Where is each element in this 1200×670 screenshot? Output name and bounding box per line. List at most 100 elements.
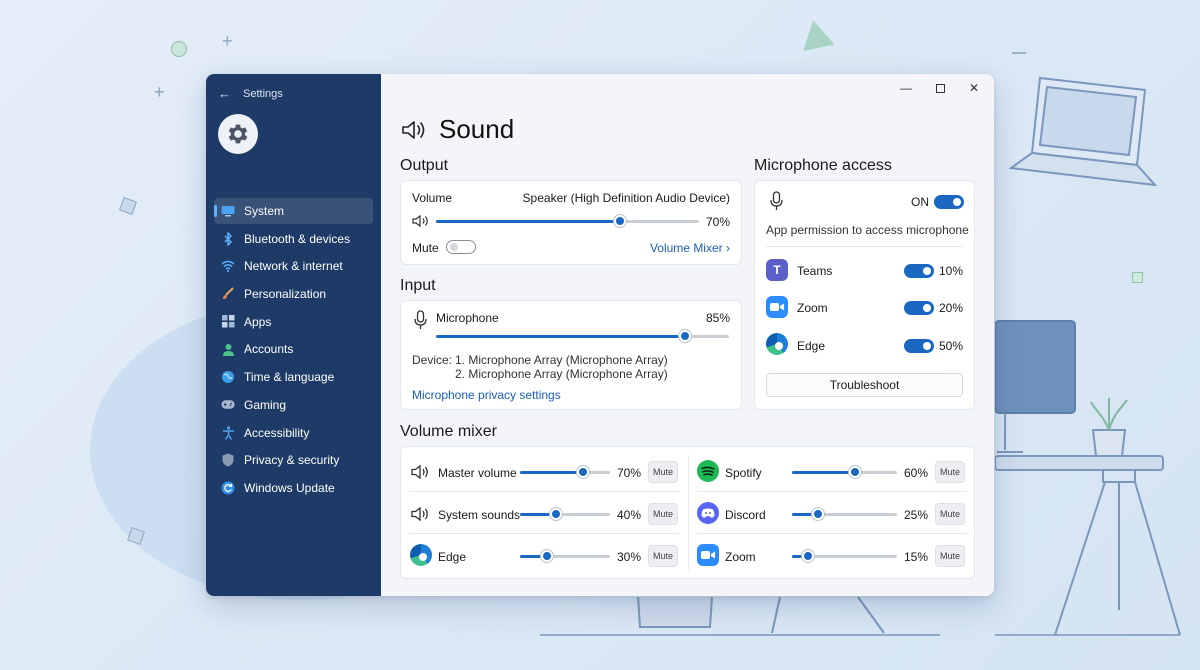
decor-square	[1132, 272, 1143, 283]
slider-thumb[interactable]	[577, 466, 589, 478]
gamepad-icon	[221, 398, 235, 412]
speaker-icon	[411, 506, 431, 522]
gear-icon	[225, 121, 251, 147]
maximize-icon[interactable]	[930, 80, 950, 96]
sidebar-item-label: Time & language	[244, 370, 334, 384]
sidebar-item-apps[interactable]: Apps	[214, 309, 373, 335]
sidebar-item-label: Gaming	[244, 398, 286, 412]
sidebar-item-accessibility[interactable]: Accessibility	[214, 420, 373, 446]
troubleshoot-button[interactable]: Troubleshoot	[766, 373, 963, 397]
mixer-slider[interactable]	[520, 507, 610, 521]
mixer-slider[interactable]	[792, 465, 897, 479]
microphone-level-value: 85%	[706, 311, 730, 325]
slider-thumb[interactable]	[849, 466, 861, 478]
monitor-icon	[221, 204, 235, 218]
mic-access-state: ON	[911, 195, 929, 209]
output-device-name[interactable]: Speaker (High Definition Audio Device)	[523, 191, 730, 205]
microphone-icon	[414, 310, 427, 330]
volume-mixer-link[interactable]: Volume Mixer ›	[650, 241, 730, 255]
sidebar-item-label: Privacy & security	[244, 453, 339, 467]
sidebar-item-network[interactable]: Network & internet	[214, 253, 373, 279]
mixer-slider[interactable]	[792, 507, 897, 521]
mixer-row-value: 25%	[904, 508, 928, 522]
app-value-edge: 50%	[939, 339, 963, 353]
mixer-slider[interactable]	[520, 549, 610, 563]
accessibility-icon	[221, 426, 235, 440]
sidebar-item-windows-update[interactable]: Windows Update	[214, 475, 373, 501]
sidebar-item-time-language[interactable]: Time & language	[214, 364, 373, 390]
mute-button[interactable]: Mute	[648, 461, 678, 483]
divider	[409, 533, 679, 534]
app-value-teams: 10%	[939, 264, 963, 278]
teams-mic-toggle[interactable]	[904, 264, 934, 278]
sidebar-item-personalization[interactable]: Personalization	[214, 281, 373, 307]
close-icon[interactable]: ✕	[964, 80, 984, 96]
sidebar-item-label: Personalization	[244, 287, 326, 301]
edge-mic-toggle[interactable]	[904, 339, 934, 353]
speaker-icon[interactable]	[412, 214, 430, 228]
microphone-volume-slider[interactable]	[436, 329, 729, 343]
decor-square	[119, 197, 137, 215]
decor-circle	[171, 41, 187, 57]
app-name-teams: Teams	[797, 264, 832, 278]
slider-thumb[interactable]	[541, 550, 553, 562]
sidebar: ← Settings System Bluetooth & devices Ne…	[206, 74, 381, 596]
slider-thumb[interactable]	[679, 330, 691, 342]
apps-icon	[221, 315, 235, 329]
volume-mixer-section-title: Volume mixer	[400, 423, 497, 441]
bottom-illustration	[540, 595, 940, 670]
mic-access-section-title: Microphone access	[754, 157, 892, 175]
app-name-zoom: Zoom	[797, 301, 828, 315]
mixer-slider[interactable]	[520, 465, 610, 479]
volume-label: Volume	[412, 191, 452, 205]
output-volume-slider[interactable]	[436, 214, 699, 228]
window-controls: — ✕	[896, 80, 984, 96]
app-permission-text: App permission to access microphone	[766, 223, 969, 237]
mic-access-toggle[interactable]	[934, 195, 964, 209]
main-content: — ✕ Sound Output Volume Speaker (High De…	[381, 74, 994, 596]
sidebar-item-privacy[interactable]: Privacy & security	[214, 447, 373, 473]
back-arrow-icon[interactable]: ←	[218, 86, 231, 101]
app-value-zoom: 20%	[939, 301, 963, 315]
mixer-slider[interactable]	[792, 549, 897, 563]
update-icon	[221, 481, 235, 495]
settings-gear-avatar[interactable]	[218, 114, 258, 154]
zoom-mic-toggle[interactable]	[904, 301, 934, 315]
page-header: Sound	[401, 114, 514, 145]
slider-fill	[792, 471, 855, 474]
sidebar-item-label: Bluetooth & devices	[244, 232, 350, 246]
sidebar-item-accounts[interactable]: Accounts	[214, 336, 373, 362]
output-mute-toggle[interactable]	[446, 240, 476, 254]
slider-fill	[520, 471, 583, 474]
divider	[409, 491, 679, 492]
decor-square	[127, 527, 145, 545]
divider	[697, 491, 967, 492]
slider-thumb[interactable]	[614, 215, 626, 227]
shield-icon	[221, 453, 235, 467]
decor-dash	[1012, 52, 1026, 54]
speaker-icon	[411, 464, 431, 480]
divider	[697, 533, 967, 534]
bluetooth-icon	[221, 232, 235, 246]
sidebar-item-label: Windows Update	[244, 481, 335, 495]
mute-button[interactable]: Mute	[648, 503, 678, 525]
window-title: Settings	[243, 88, 283, 100]
sidebar-item-bluetooth[interactable]: Bluetooth & devices	[214, 226, 373, 252]
mute-button[interactable]: Mute	[935, 503, 965, 525]
slider-thumb[interactable]	[550, 508, 562, 520]
spotify-icon	[697, 460, 719, 482]
mixer-row-value: 70%	[617, 466, 641, 480]
title-bar: ← Settings	[206, 74, 381, 101]
output-volume-value: 70%	[706, 215, 730, 229]
microphone-privacy-link[interactable]: Microphone privacy settings	[412, 388, 561, 402]
sidebar-item-gaming[interactable]: Gaming	[214, 392, 373, 418]
mute-button[interactable]: Mute	[648, 545, 678, 567]
slider-thumb[interactable]	[812, 508, 824, 520]
minimize-icon[interactable]: —	[896, 80, 916, 96]
sidebar-item-system[interactable]: System	[214, 198, 373, 224]
slider-thumb[interactable]	[802, 550, 814, 562]
input-device-2: 2. Microphone Array (Microphone Array)	[455, 367, 668, 381]
mute-button[interactable]: Mute	[935, 461, 965, 483]
output-card: Volume Speaker (High Definition Audio De…	[400, 180, 742, 265]
mute-button[interactable]: Mute	[935, 545, 965, 567]
